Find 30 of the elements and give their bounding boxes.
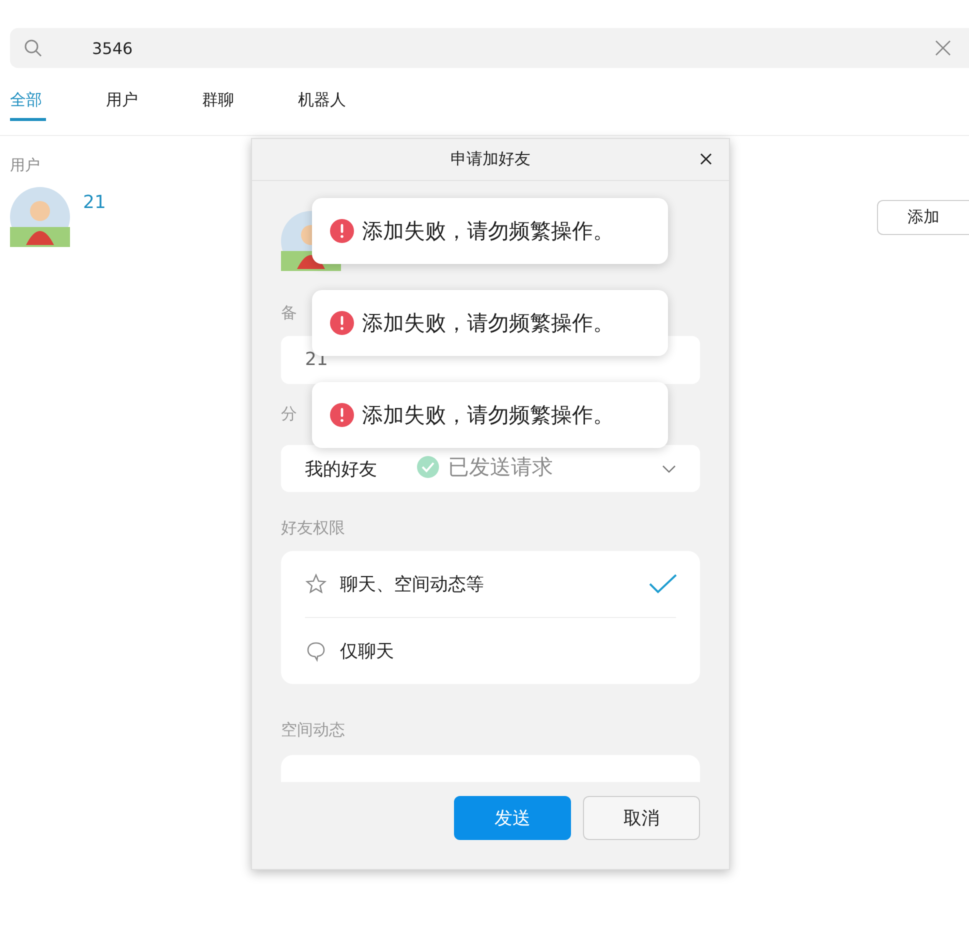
field-label: 分: [281, 404, 297, 425]
section-label: 空间动态: [281, 720, 345, 742]
warning-icon: [330, 219, 354, 243]
error-toast: 添加失败，请勿频繁操作。: [312, 382, 668, 448]
chevron-down-icon: [662, 464, 676, 473]
close-icon[interactable]: [700, 153, 712, 165]
section-label: 用户: [10, 156, 40, 175]
permission-option[interactable]: 仅聊天: [305, 617, 676, 684]
user-name: 21: [83, 192, 107, 212]
toast-text: 已发送请求: [448, 454, 553, 481]
error-toast: 添加失败，请勿频繁操作。: [312, 198, 668, 264]
search-icon: [24, 39, 42, 57]
tab[interactable]: 机器人: [298, 90, 394, 121]
tab[interactable]: 群聊: [202, 90, 298, 121]
cancel-button[interactable]: 取消: [583, 796, 700, 840]
search-field[interactable]: 3546: [92, 38, 935, 58]
warning-icon: [330, 403, 354, 427]
section-label: 好友权限: [281, 518, 345, 540]
search-bar[interactable]: 3546: [10, 28, 969, 68]
chat-bubble-icon: [305, 640, 327, 662]
permission-option[interactable]: 聊天、空间动态等: [305, 551, 676, 618]
avatar: [10, 187, 70, 247]
dialog-title: 申请加好友: [450, 149, 530, 170]
field-label: 备: [281, 303, 297, 324]
star-icon: [305, 573, 327, 596]
check-circle-icon: [416, 455, 440, 479]
add-button[interactable]: 添加: [877, 200, 969, 234]
tab[interactable]: 用户: [106, 90, 202, 121]
warning-icon: [330, 311, 354, 335]
checkmark-icon: [648, 573, 678, 596]
